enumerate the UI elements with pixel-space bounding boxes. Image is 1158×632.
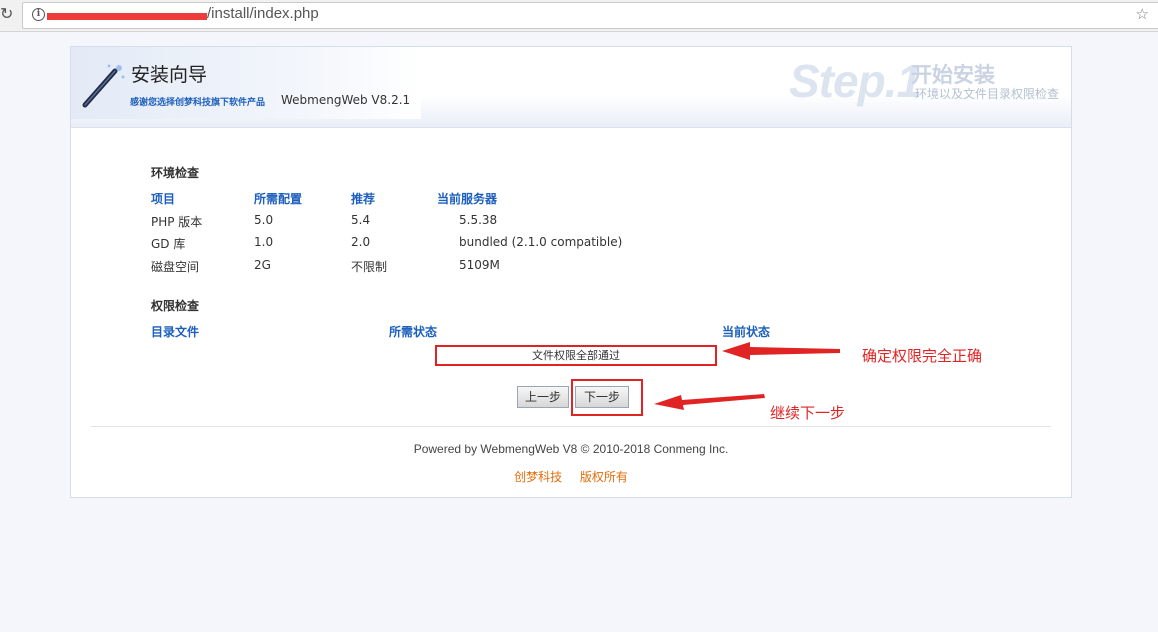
footer-link-company[interactable]: 创梦科技: [514, 470, 562, 484]
table-cell: 5.0: [254, 213, 274, 227]
step-subtitle: 环境以及文件目录权限检查: [915, 87, 1060, 101]
install-panel: 安装向导 感谢您选择创梦科技旗下软件产品 WebmengWeb V8.2.1 S…: [70, 46, 1072, 498]
env-col-item: 项目: [151, 192, 176, 206]
browser-address-bar: ↻ i /install/index.php ☆: [0, 0, 1158, 32]
prev-step-button[interactable]: 上一步: [517, 386, 569, 408]
step-number: Step.1: [789, 55, 922, 107]
env-col-required: 所需配置: [254, 192, 303, 206]
annotation-arrow-perm: [722, 342, 840, 360]
version-label: WebmengWeb V8.2.1: [281, 93, 411, 107]
annotation-next-note: 继续下一步: [770, 404, 846, 422]
magic-wand-icon: [82, 64, 125, 108]
table-cell: 5109M: [459, 258, 500, 272]
perm-col-dir: 目录文件: [151, 325, 200, 339]
page-title: 安装向导: [131, 64, 208, 86]
install-header: 安装向导 感谢您选择创梦科技旗下软件产品 WebmengWeb V8.2.1 S…: [71, 47, 1071, 128]
table-cell: 2.0: [351, 235, 371, 249]
redacted-url-part: [47, 13, 207, 20]
table-cell: 1.0: [254, 235, 274, 249]
url-field[interactable]: i /install/index.php ☆: [22, 2, 1158, 29]
table-cell: 5.4: [351, 213, 371, 227]
perm-check-title: 权限检查: [151, 299, 200, 313]
table-cell: 2G: [254, 258, 271, 272]
table-cell: bundled (2.1.0 compatible): [459, 235, 623, 249]
table-cell: GD 库: [151, 237, 186, 251]
table-cell: 5.5.38: [459, 213, 498, 227]
perm-col-required: 所需状态: [389, 325, 438, 339]
table-cell: 不限制: [351, 260, 388, 274]
bookmark-star-icon[interactable]: ☆: [1136, 5, 1149, 23]
header-subtitle: 感谢您选择创梦科技旗下软件产品: [130, 98, 266, 108]
env-col-current: 当前服务器: [437, 192, 498, 206]
table-cell: 磁盘空间: [151, 260, 200, 274]
divider: [91, 426, 1051, 427]
perm-status-message: 文件权限全部通过: [435, 345, 717, 366]
info-icon[interactable]: i: [32, 8, 45, 21]
footer-links: 创梦科技 版权所有: [71, 468, 1071, 485]
annotation-perm-note: 确定权限完全正确: [862, 347, 983, 365]
table-cell: PHP 版本: [151, 215, 203, 229]
footer-link-copyright[interactable]: 版权所有: [580, 470, 628, 484]
powered-by: Powered by WebmengWeb V8 © 2010-2018 Con…: [413, 442, 729, 456]
reload-icon[interactable]: ↻: [0, 4, 13, 24]
annotation-arrow-next: [654, 394, 765, 410]
next-step-button[interactable]: 下一步: [575, 386, 629, 408]
env-check-title: 环境检查: [151, 166, 200, 180]
env-col-recommended: 推荐: [351, 192, 376, 206]
url-text: /install/index.php: [207, 5, 319, 22]
